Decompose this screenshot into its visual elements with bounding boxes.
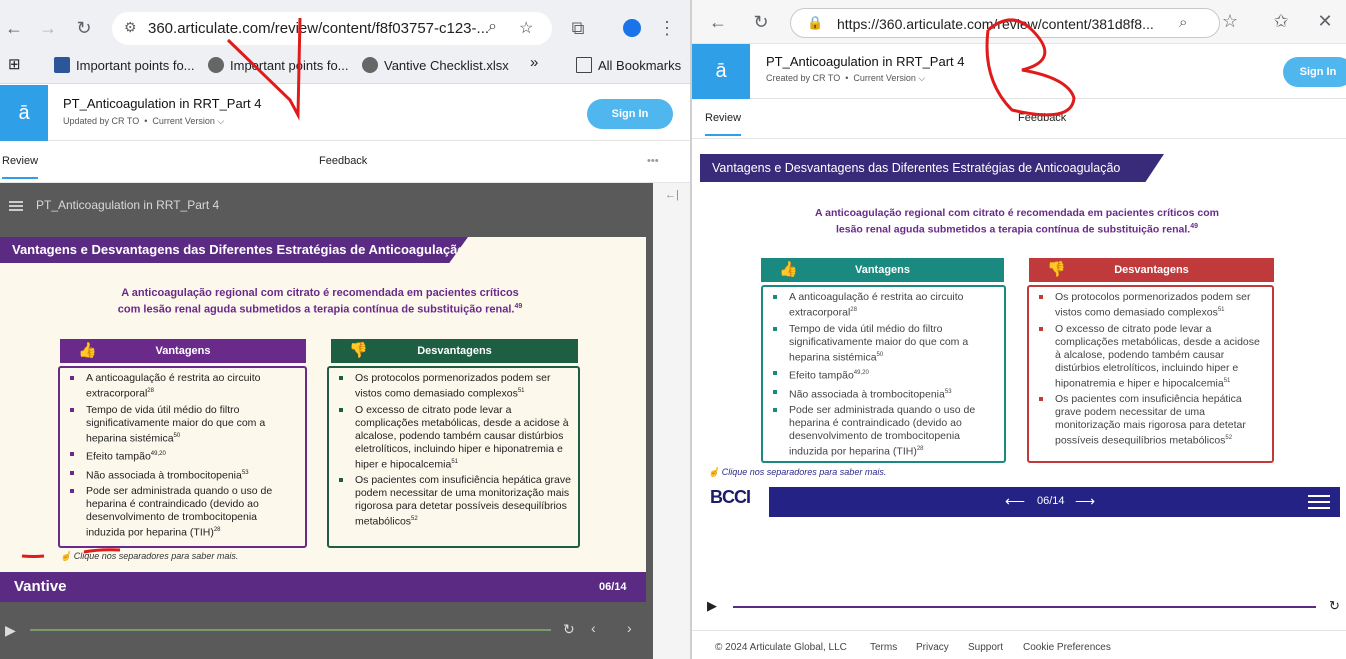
red-underline-annotation — [83, 548, 121, 554]
red-annotation — [985, 18, 1076, 117]
red-annotation — [21, 17, 302, 558]
red-checkmark-annotation — [226, 17, 302, 121]
left-browser-window: ← → ↻ ⚙ 360.articulate.com/review/conten… — [0, 0, 690, 659]
red-underline-annotation — [21, 554, 45, 558]
red-b-annotation — [985, 18, 1076, 117]
right-browser-window: ← ↻ 🔒 https://360.articulate.com/review/… — [692, 0, 1346, 659]
